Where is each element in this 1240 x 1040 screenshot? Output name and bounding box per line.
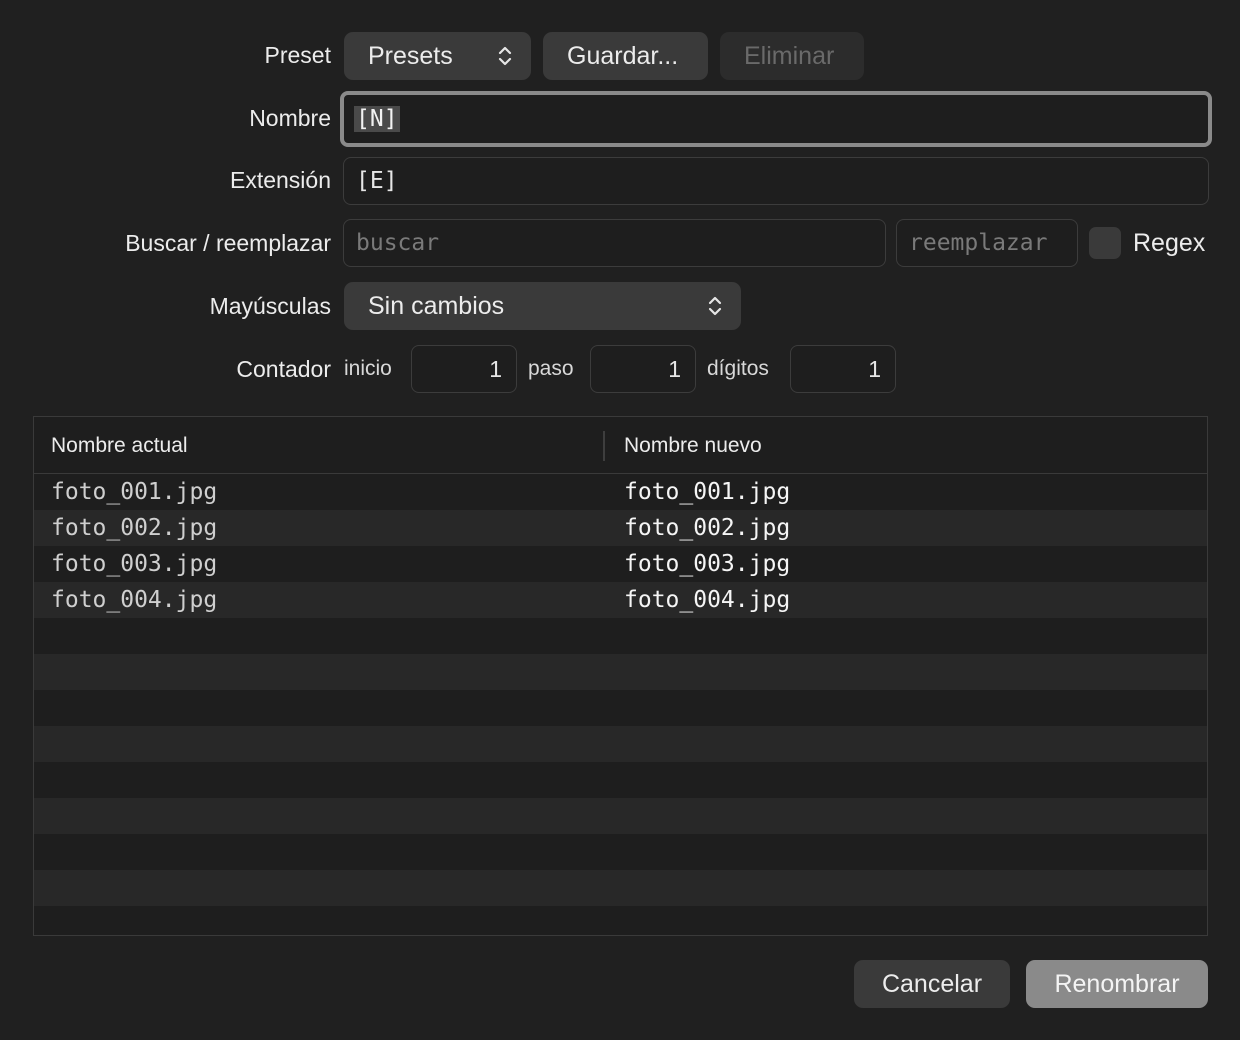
counter-step-label: paso xyxy=(528,357,574,380)
counter-step-input[interactable]: 1 xyxy=(590,345,696,393)
up-down-chevron-icon xyxy=(498,46,512,66)
new-name-cell: foto_003.jpg xyxy=(624,551,791,577)
save-preset-button[interactable]: Guardar... xyxy=(543,32,708,80)
counter-start-input[interactable]: 1 xyxy=(411,345,517,393)
replace-input[interactable]: reemplazar xyxy=(896,219,1078,267)
empty-row xyxy=(34,762,1207,798)
table-row[interactable]: foto_003.jpg foto_003.jpg xyxy=(34,546,1207,582)
current-name-cell: foto_003.jpg xyxy=(51,551,218,577)
current-name-cell: foto_004.jpg xyxy=(51,587,218,613)
extension-label: Extensión xyxy=(229,167,331,193)
table-header: Nombre actual Nombre nuevo xyxy=(34,417,1207,474)
table-row[interactable]: foto_001.jpg foto_001.jpg xyxy=(34,474,1207,510)
empty-row xyxy=(34,798,1207,834)
column-divider[interactable] xyxy=(603,431,605,461)
table-row[interactable]: foto_004.jpg foto_004.jpg xyxy=(34,582,1207,618)
regex-checkbox[interactable] xyxy=(1089,227,1121,259)
search-input[interactable]: buscar xyxy=(343,219,886,267)
empty-row xyxy=(34,906,1207,935)
table-row[interactable]: foto_002.jpg foto_002.jpg xyxy=(34,510,1207,546)
case-select-value: Sin cambios xyxy=(368,291,505,320)
up-down-chevron-icon xyxy=(708,296,722,316)
name-label: Nombre xyxy=(249,105,331,131)
counter-start-label: inicio xyxy=(344,357,392,380)
new-name-cell: foto_002.jpg xyxy=(624,515,791,541)
counter-label: Contador xyxy=(236,356,331,382)
counter-digits-value: 1 xyxy=(868,355,881,382)
cancel-button[interactable]: Cancelar xyxy=(854,960,1010,1008)
counter-step-value: 1 xyxy=(668,355,681,382)
preset-select-value: Presets xyxy=(368,41,453,70)
empty-row xyxy=(34,654,1207,690)
extension-pattern-value: [E] xyxy=(356,168,398,194)
rename-preview-table[interactable]: Nombre actual Nombre nuevo foto_001.jpg … xyxy=(33,416,1208,936)
empty-row xyxy=(34,834,1207,870)
current-name-cell: foto_002.jpg xyxy=(51,515,218,541)
empty-row xyxy=(34,870,1207,906)
search-replace-label: Buscar / reemplazar xyxy=(125,230,331,256)
column-header-current-name[interactable]: Nombre actual xyxy=(51,417,188,474)
search-placeholder: buscar xyxy=(356,230,440,256)
counter-start-value: 1 xyxy=(489,355,502,382)
extension-pattern-input[interactable]: [E] xyxy=(343,157,1209,205)
column-header-new-name[interactable]: Nombre nuevo xyxy=(624,417,762,474)
new-name-cell: foto_004.jpg xyxy=(624,587,791,613)
preset-select[interactable]: Presets xyxy=(344,32,531,80)
current-name-cell: foto_001.jpg xyxy=(51,479,218,505)
empty-row xyxy=(34,690,1207,726)
case-select[interactable]: Sin cambios xyxy=(344,282,741,330)
case-label: Mayúsculas xyxy=(209,293,331,319)
replace-placeholder: reemplazar xyxy=(909,230,1048,256)
table-body: foto_001.jpg foto_001.jpg foto_002.jpg f… xyxy=(34,474,1207,935)
name-pattern-value: [N] xyxy=(354,106,400,132)
counter-digits-input[interactable]: 1 xyxy=(790,345,896,393)
empty-row xyxy=(34,618,1207,654)
rename-button[interactable]: Renombrar xyxy=(1026,960,1208,1008)
regex-label: Regex xyxy=(1133,229,1206,257)
empty-row xyxy=(34,726,1207,762)
new-name-cell: foto_001.jpg xyxy=(624,479,791,505)
delete-preset-button[interactable]: Eliminar xyxy=(720,32,864,80)
preset-label: Preset xyxy=(264,42,331,68)
name-pattern-input[interactable]: [N] xyxy=(340,91,1212,147)
counter-digits-label: dígitos xyxy=(707,357,769,380)
